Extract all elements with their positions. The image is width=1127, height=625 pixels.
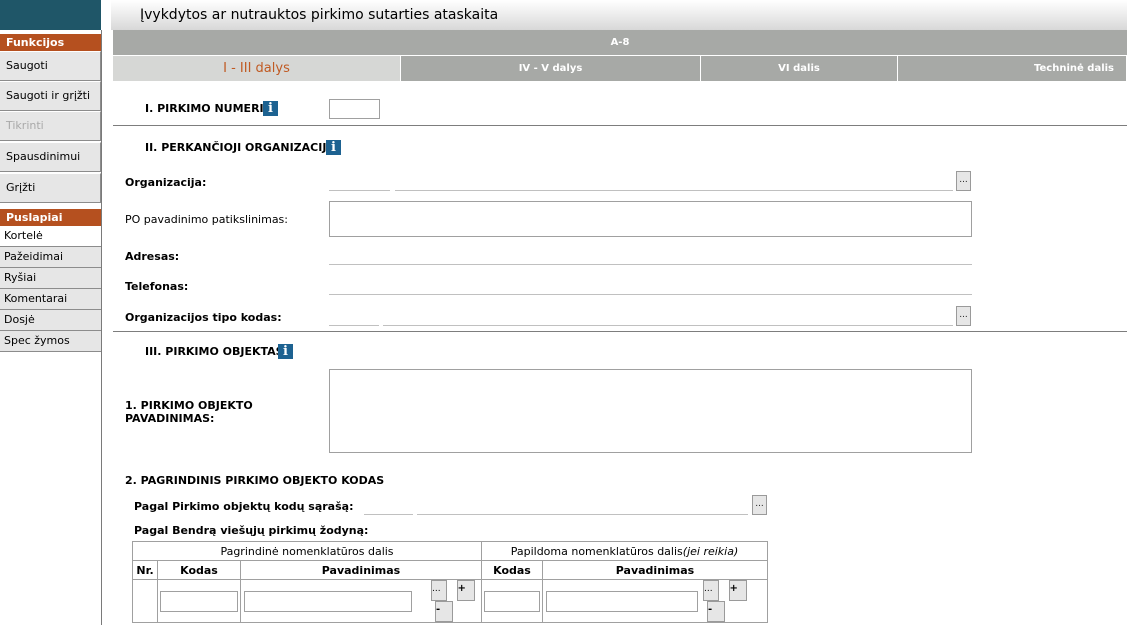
divider <box>113 331 1127 332</box>
section2-title: II. PERKANČIOJI ORGANIZACIJA <box>145 141 335 154</box>
tipo-kodas-name-field[interactable] <box>383 325 953 326</box>
organizacija-name-field[interactable] <box>395 190 953 191</box>
tab-i-iii[interactable]: I - III dalys <box>113 56 401 81</box>
page-title: Įvykdytos ar nutrauktos pirkimo sutartie… <box>140 7 499 23</box>
pavadinimas-label: 1. PIRKIMO OBJEKTO PAVADINIMAS: <box>125 399 253 425</box>
kodas-title: 2. PAGRINDINIS PIRKIMO OBJEKTO KODAS <box>125 474 385 487</box>
patikslinimas-label: PO pavadinimo patikslinimas: <box>125 213 288 226</box>
pavadinimas-cell-2 <box>542 579 703 623</box>
check-button: Tikrinti <box>0 111 101 141</box>
divider <box>113 125 1127 126</box>
sidebar: Funkcijos Saugoti Saugoti ir grįžti Tikr… <box>0 0 102 625</box>
row-actions-cell-2: ... + - <box>703 579 768 623</box>
tipo-kodas-lookup-button[interactable]: ... <box>956 306 971 326</box>
table-group-header: Pagrindinė nomenklatūros dalis <box>132 541 482 561</box>
tab-iv-v[interactable]: IV - V dalys <box>401 56 701 81</box>
title-bar: Įvykdytos ar nutrauktos pirkimo sutartie… <box>111 0 1127 30</box>
col-header-kodas-2: Kodas <box>481 560 543 580</box>
kodas-cell-2 <box>481 579 543 623</box>
form-code-bar: A-8 <box>113 30 1127 55</box>
organizacija-code-field[interactable] <box>329 190 390 191</box>
col-header-nr: Nr. <box>132 560 158 580</box>
tab-bar: I - III dalys IV - V dalys VI dalis Tech… <box>113 56 1127 81</box>
telefonas-label: Telefonas: <box>125 280 189 293</box>
telefonas-field[interactable] <box>329 294 972 295</box>
adresas-field[interactable] <box>329 264 972 265</box>
table-row: ... + - ... + - <box>132 579 768 623</box>
kodas-input[interactable] <box>160 590 238 612</box>
table-group-header-2: Papildoma nomenklatūros dalis(jei reikia… <box>481 541 768 561</box>
col-header-kodas: Kodas <box>157 560 241 580</box>
remove-row-button-2[interactable]: - <box>707 601 725 622</box>
table-group2-note: (jei reikia) <box>682 544 739 558</box>
organizacija-lookup-button[interactable]: ... <box>956 171 971 191</box>
pagal-sarasa-label: Pagal Pirkimo objektų kodų sąrašą: <box>134 500 354 513</box>
functions-header: Funkcijos <box>0 34 101 51</box>
tipo-kodas-code-field[interactable] <box>329 325 379 326</box>
logo-notch <box>101 0 111 30</box>
pavadinimas-lookup-button-2[interactable]: ... <box>703 580 719 601</box>
sarasas-lookup-button[interactable]: ... <box>752 495 767 515</box>
return-without-saving-button[interactable]: Grįžti neišsaugant <box>0 173 101 222</box>
sidebar-item-komentarai[interactable]: Komentarai <box>0 289 101 310</box>
table-group2-label: Papildoma nomenklatūros dalis <box>510 544 683 558</box>
kodas-input-2[interactable] <box>484 590 540 612</box>
tab-vi[interactable]: VI dalis <box>701 56 898 81</box>
section3-title: III. PIRKIMO OBJEKTAS <box>145 345 284 358</box>
kodas-cell <box>157 579 241 623</box>
col-header-pavadinimas: Pavadinimas <box>240 560 482 580</box>
info-icon[interactable]: i <box>263 101 278 116</box>
add-row-button-2[interactable]: + <box>728 580 747 601</box>
pavadinimas-input[interactable] <box>244 590 412 612</box>
remove-row-button[interactable]: - <box>435 601 453 622</box>
organizacija-label: Organizacija: <box>125 176 207 189</box>
info-icon[interactable]: i <box>278 344 293 359</box>
col-header-pavadinimas-2: Pavadinimas <box>542 560 768 580</box>
sidebar-item-rysiai[interactable]: Ryšiai <box>0 268 101 289</box>
row-nr-cell <box>132 579 158 623</box>
adresas-label: Adresas: <box>125 250 180 263</box>
sidebar-item-spec-zymos[interactable]: Spec žymos <box>0 331 101 352</box>
patikslinimas-textarea[interactable] <box>329 201 972 237</box>
save-button[interactable]: Saugoti <box>0 51 101 81</box>
pirkimo-numeris-input[interactable] <box>329 99 380 119</box>
pavadinimas-input-2[interactable] <box>546 590 698 612</box>
nomenklatura-table: Pagrindinė nomenklatūros dalis Papildoma… <box>132 541 768 623</box>
sarasas-name-field[interactable] <box>417 514 748 515</box>
pavadinimas-textarea[interactable] <box>329 369 972 453</box>
tab-technine[interactable]: Techninė dalis <box>898 56 1127 81</box>
sarasas-code-field[interactable] <box>364 514 413 515</box>
print-button[interactable]: Spausdinimui <box>0 142 101 172</box>
info-icon[interactable]: i <box>326 140 341 155</box>
pages-header: Puslapiai <box>0 209 101 226</box>
sidebar-item-dosje[interactable]: Dosjė <box>0 310 101 331</box>
save-and-return-button[interactable]: Saugoti ir grįžti <box>0 81 101 111</box>
app-logo <box>0 0 101 30</box>
sidebar-item-kortele[interactable]: Kortelė <box>0 226 101 247</box>
pagal-zodyna-label: Pagal Bendrą viešųjų pirkimų žodyną: <box>134 524 369 537</box>
pavadinimas-cell <box>240 579 431 623</box>
row-actions-cell: ... + - <box>431 579 482 623</box>
sidebar-item-pazeidimai[interactable]: Pažeidimai <box>0 247 101 268</box>
add-row-button[interactable]: + <box>456 580 475 601</box>
section1-title: I. PIRKIMO NUMERIS <box>145 102 272 115</box>
pavadinimas-lookup-button[interactable]: ... <box>431 580 447 601</box>
tipo-kodas-label: Organizacijos tipo kodas: <box>125 311 282 324</box>
